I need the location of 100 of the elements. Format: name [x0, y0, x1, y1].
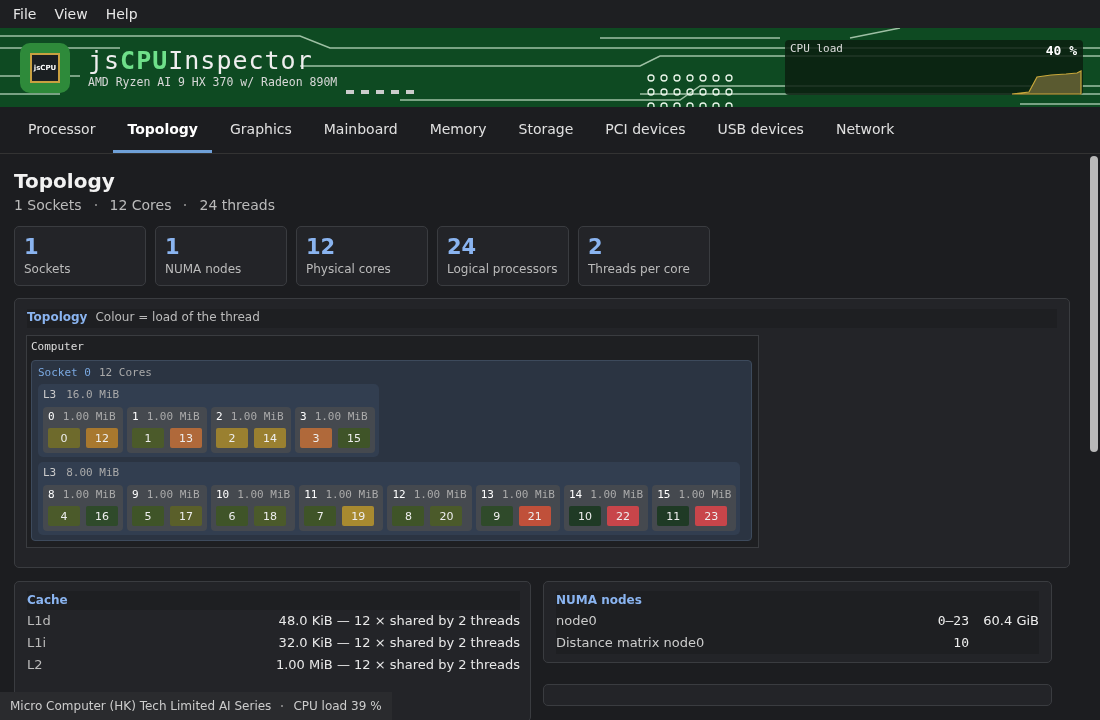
status-text: CPU load 39 %	[293, 699, 382, 713]
cache-size: 1.00 MiB	[62, 488, 116, 501]
thread-cell: 5	[132, 506, 164, 526]
cache-size: 8.00 MiB	[66, 466, 120, 479]
core-id: 10	[216, 488, 230, 501]
tab[interactable]: PCI devices	[591, 107, 700, 153]
menu-item[interactable]: File	[4, 6, 46, 22]
row-value: 60.4 GiB	[982, 612, 1039, 630]
status-text: Micro Computer (HK) Tech Limited AI Series	[10, 699, 272, 713]
row-label: L1d	[27, 612, 51, 630]
cache-level: L3	[43, 466, 57, 479]
socket-label: Socket 0	[38, 366, 91, 379]
panel-title: NUMA nodes	[556, 591, 1039, 610]
cache-size: 1.00 MiB	[325, 488, 379, 501]
row-label: L1i	[27, 634, 47, 652]
stat-label: Sockets	[24, 262, 72, 276]
tab[interactable]: Storage	[504, 107, 588, 153]
cache-size: 1.00 MiB	[678, 488, 732, 501]
thread-cell: 10	[568, 506, 601, 526]
tab[interactable]: Mainboard	[309, 107, 412, 153]
thread-cell: 7	[304, 506, 337, 526]
core-id: 2	[216, 410, 223, 423]
core-id: 1	[132, 410, 139, 423]
cache-size: 1.00 MiB	[237, 488, 291, 501]
summary-text: 24 threads	[199, 197, 275, 213]
stat-value: 1	[24, 235, 40, 259]
row-value: 1.00 MiB — 12 × shared by 2 threads	[275, 656, 520, 674]
thread-cell: 21	[518, 506, 551, 526]
thread-cell: 22	[606, 506, 639, 526]
cpu-model: AMD Ryzen AI 9 HX 370 w/ Radeon 890M	[88, 74, 338, 89]
thread-cell: 9	[480, 506, 513, 526]
summary-text: 1 Sockets	[14, 197, 82, 213]
row-value: 48.0 KiB — 12 × shared by 2 threads	[278, 612, 520, 630]
tab[interactable]: Processor	[14, 107, 110, 153]
row-label: L2	[27, 656, 43, 674]
cache-size: 1.00 MiB	[314, 410, 368, 423]
panel-title: Topology	[27, 310, 88, 324]
cache-level: L3	[43, 388, 57, 401]
tab[interactable]: Topology	[113, 107, 212, 153]
stat-value: 24	[447, 235, 478, 259]
thread-cell: 11	[657, 506, 690, 526]
panel-title: Cache	[27, 591, 520, 610]
core-id: 12	[392, 488, 406, 501]
menu-item[interactable]: View	[45, 6, 97, 22]
core-id: 11	[304, 488, 318, 501]
row-value: 10	[952, 634, 969, 652]
stat-label: NUMA nodes	[165, 262, 243, 276]
thread-cell: 8	[392, 506, 425, 526]
scrollbar-thumb[interactable]	[1090, 156, 1098, 452]
stat-value: 1	[165, 235, 181, 259]
core-id: 9	[132, 488, 139, 501]
thread-cell: 12	[86, 428, 118, 448]
legend-text: Colour = load of the thread	[95, 310, 260, 324]
thread-cell: 15	[338, 428, 370, 448]
thread-cell: 3	[300, 428, 332, 448]
load-label: CPU load	[790, 42, 843, 55]
stat-value: 2	[588, 235, 604, 259]
thread-cell: 20	[430, 506, 463, 526]
tab[interactable]: USB devices	[703, 107, 818, 153]
thread-cell: 0	[48, 428, 80, 448]
page-title: Topology	[14, 168, 116, 194]
thread-cell: 1	[132, 428, 164, 448]
core-id: 0	[48, 410, 55, 423]
thread-cell: 17	[170, 506, 202, 526]
row-label: Distance matrix node0	[556, 634, 706, 652]
cache-size: 1.00 MiB	[146, 410, 200, 423]
thread-cell: 4	[48, 506, 80, 526]
cache-size: 1.00 MiB	[501, 488, 555, 501]
core-id: 13	[480, 488, 494, 501]
stat-value: 12	[306, 235, 337, 259]
thread-cell: 23	[695, 506, 728, 526]
cache-size: 1.00 MiB	[590, 488, 644, 501]
computer-label: Computer	[31, 340, 85, 353]
cache-size: 1.00 MiB	[146, 488, 200, 501]
core-id: 3	[300, 410, 307, 423]
stat-label: Threads per core	[588, 262, 691, 276]
load-sparkline	[1011, 69, 1083, 95]
core-id: 8	[48, 488, 55, 501]
row-label: node0	[556, 612, 598, 630]
cache-size: 16.0 MiB	[66, 388, 120, 401]
thread-cell: 6	[216, 506, 248, 526]
thread-cell: 16	[86, 506, 118, 526]
tab[interactable]: Graphics	[215, 107, 306, 153]
thread-cell: 19	[342, 506, 375, 526]
row-value: 0–23	[936, 612, 969, 630]
core-id: 14	[568, 488, 583, 501]
thread-cell: 2	[216, 428, 248, 448]
core-count: 12 Cores	[99, 366, 152, 379]
cache-size: 1.00 MiB	[230, 410, 284, 423]
row-value: 32.0 KiB — 12 × shared by 2 threads	[278, 634, 520, 652]
tab[interactable]: Memory	[415, 107, 501, 153]
thread-cell: 14	[254, 428, 286, 448]
thread-cell: 13	[170, 428, 202, 448]
load-value: 40 %	[1045, 43, 1077, 58]
core-id: 15	[657, 488, 671, 501]
cache-size: 1.00 MiB	[413, 488, 467, 501]
tab[interactable]: Network	[821, 107, 909, 153]
menu-item[interactable]: Help	[96, 6, 147, 22]
stat-label: Logical processors	[447, 262, 559, 276]
stat-label: Physical cores	[306, 262, 392, 276]
